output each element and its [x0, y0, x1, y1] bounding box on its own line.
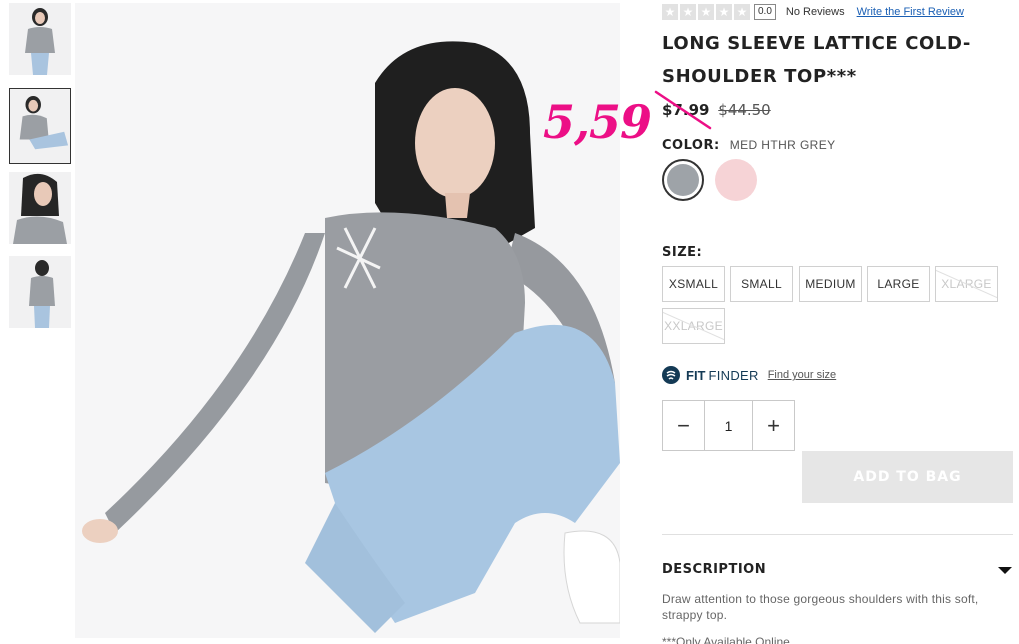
color-swatch-pink[interactable] [715, 159, 757, 201]
swatch-dot [667, 164, 699, 196]
size-label: SIZE: [662, 245, 703, 260]
fit-finder-icon [662, 366, 680, 384]
star-icon: ★ [662, 4, 678, 20]
star-icon: ★ [734, 4, 750, 20]
size-option-xsmall[interactable]: XSMALL [662, 266, 725, 302]
star-icon: ★ [698, 4, 714, 20]
quantity-decrease-button[interactable]: − [663, 401, 704, 450]
product-photo [75, 3, 620, 638]
find-size-link[interactable]: Find your size [768, 369, 836, 381]
divider [662, 534, 1013, 535]
quantity-stepper: − 1 + [662, 400, 795, 451]
thumbnail-image [9, 172, 71, 244]
thumbnail-2[interactable] [9, 88, 71, 164]
thumbnail-image [10, 89, 70, 163]
price-strike-mark [654, 90, 712, 130]
rating-row: ★ ★ ★ ★ ★ 0.0 No Reviews Write the First… [662, 3, 964, 21]
rating-stars: ★ ★ ★ ★ ★ [662, 4, 750, 20]
thumbnail-image [9, 256, 71, 328]
description-text: Draw attention to those gorgeous shoulde… [662, 592, 979, 622]
quantity-increase-button[interactable]: + [753, 401, 794, 450]
color-label: COLOR: [662, 138, 720, 153]
thumbnail-3[interactable] [9, 172, 71, 244]
star-icon: ★ [680, 4, 696, 20]
fit-finder-light: FINDER [708, 367, 759, 383]
color-row: COLOR: MED HTHR GREY [662, 138, 836, 153]
star-icon: ★ [716, 4, 732, 20]
size-option-large[interactable]: LARGE [867, 266, 930, 302]
thumbnail-1[interactable] [9, 3, 71, 75]
color-swatch-grey[interactable] [662, 159, 704, 201]
fit-finder: FIT FINDER Find your size [662, 366, 836, 384]
caret-down-icon[interactable] [998, 567, 1012, 574]
original-price: $44.50 [718, 101, 771, 119]
review-count: No Reviews [785, 6, 845, 18]
description-note: ***Only Available Online [662, 635, 790, 644]
size-option-xxlarge[interactable]: XXLARGE [662, 308, 725, 344]
size-option-medium[interactable]: MEDIUM [799, 266, 862, 302]
quantity-input[interactable]: 1 [704, 401, 753, 450]
product-main-image[interactable] [75, 3, 620, 638]
size-option-small[interactable]: SMALL [730, 266, 793, 302]
color-value: MED HTHR GREY [729, 138, 836, 152]
rating-score: 0.0 [754, 4, 776, 20]
fit-finder-strong: FIT [686, 367, 706, 383]
thumbnail-image [9, 3, 71, 75]
handwritten-price: 5,59 [543, 95, 652, 149]
add-to-bag-button[interactable]: ADD TO BAG [802, 451, 1013, 503]
product-title: LONG SLEEVE LATTICE COLD-SHOULDER TOP*** [662, 33, 971, 87]
thumbnail-4[interactable] [9, 256, 71, 328]
size-option-xlarge[interactable]: XLARGE [935, 266, 998, 302]
write-review-link[interactable]: Write the First Review [857, 6, 964, 18]
description-heading[interactable]: DESCRIPTION [662, 562, 766, 577]
